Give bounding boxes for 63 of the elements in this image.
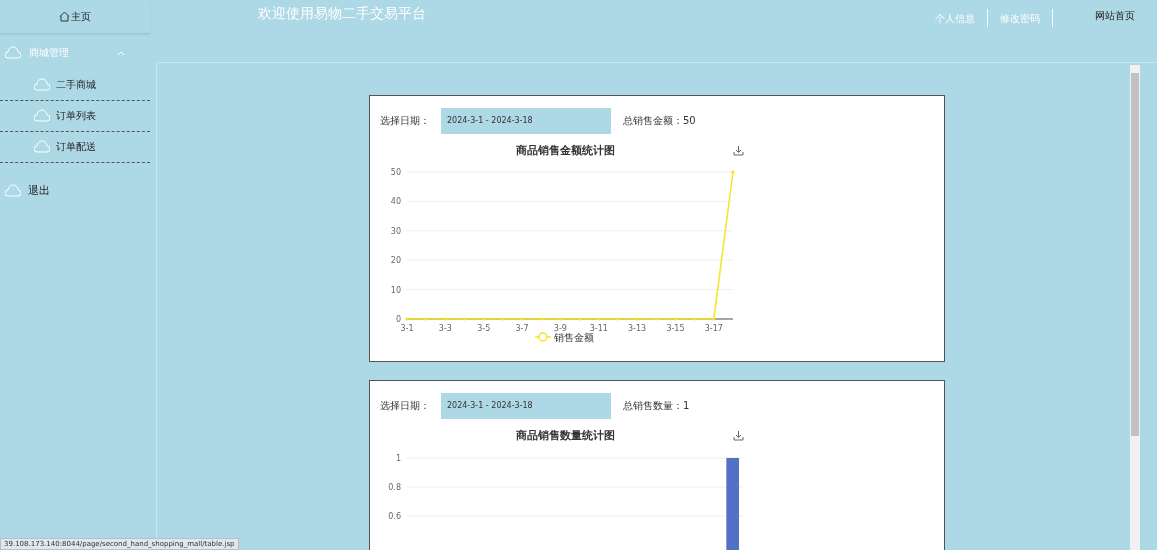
submenu-item[interactable]: 二手商城 bbox=[0, 70, 150, 101]
data-point bbox=[693, 317, 697, 321]
scrollbar[interactable] bbox=[1130, 65, 1140, 550]
site-home-link[interactable]: 网站首页 bbox=[1053, 9, 1135, 27]
data-point bbox=[712, 317, 716, 321]
legend-marker bbox=[534, 332, 552, 342]
axis-tick-label: 0 bbox=[395, 315, 401, 324]
cloud-icon bbox=[5, 46, 21, 60]
data-point bbox=[462, 317, 467, 321]
cloud-icon bbox=[5, 183, 21, 198]
legend-label: 销售金额 bbox=[554, 332, 594, 343]
site-title: 欢迎使用易物二手交易平台 bbox=[258, 5, 426, 23]
download-icon[interactable] bbox=[733, 430, 744, 441]
data-point bbox=[578, 317, 582, 321]
data-point bbox=[482, 317, 486, 321]
axis-tick-label: 3-1 bbox=[400, 324, 414, 333]
data-point bbox=[501, 317, 505, 321]
data-point bbox=[520, 317, 524, 321]
total-text: 总销售数量：1 bbox=[623, 399, 690, 413]
data-point bbox=[731, 170, 735, 174]
data-point bbox=[597, 317, 601, 321]
chart-title: 商品销售数量统计图 bbox=[516, 428, 615, 443]
data-point bbox=[616, 317, 620, 321]
submenu-item[interactable]: 订单配送 bbox=[0, 132, 150, 163]
cloud-icon bbox=[34, 109, 50, 123]
submenu-item[interactable]: 订单列表 bbox=[0, 101, 150, 132]
data-point bbox=[654, 317, 658, 321]
axis-tick-label: 0.8 bbox=[388, 483, 401, 492]
download-icon[interactable] bbox=[733, 145, 744, 156]
home-menu-item[interactable]: 主页 bbox=[0, 0, 150, 34]
chart-title: 商品销售金额统计图 bbox=[516, 143, 615, 158]
date-label: 选择日期： bbox=[380, 114, 431, 128]
data-point bbox=[405, 317, 409, 321]
axis-tick-label: 10 bbox=[390, 285, 401, 295]
caret-icon bbox=[117, 50, 125, 56]
axis-tick-label: 3-13 bbox=[628, 324, 647, 333]
axis-tick-label: 3-7 bbox=[515, 324, 529, 333]
cloud-icon bbox=[34, 78, 50, 92]
logout-menu-item[interactable]: 退出 bbox=[0, 183, 150, 198]
axis-tick-label: 1 bbox=[395, 454, 401, 463]
cloud-icon bbox=[34, 140, 50, 154]
data-point bbox=[539, 317, 543, 321]
axis-tick-label: 50 bbox=[390, 168, 401, 177]
data-point bbox=[424, 317, 428, 321]
axis-tick-label: 30 bbox=[390, 226, 401, 236]
axis-tick-label: 3-17 bbox=[704, 324, 723, 333]
axis-tick-label: 40 bbox=[390, 197, 401, 207]
date-label: 选择日期： bbox=[380, 399, 431, 413]
axis-tick-label: 0.6 bbox=[388, 512, 401, 521]
data-point bbox=[558, 317, 562, 321]
home-icon bbox=[59, 11, 70, 22]
date-range-field[interactable]: 2024-3-1 - 2024-3-18 bbox=[441, 108, 611, 134]
data-point bbox=[443, 317, 447, 321]
axis-tick-label: 3-5 bbox=[477, 324, 491, 333]
total-text: 总销售金额：50 bbox=[623, 114, 696, 128]
data-point bbox=[635, 317, 639, 321]
data-point bbox=[673, 317, 678, 321]
axis-tick-label: 3-9 bbox=[553, 324, 567, 333]
axis-tick-label: 3-11 bbox=[589, 324, 608, 333]
axis-tick-label: 3-3 bbox=[438, 324, 452, 333]
axis-tick-label: 3-15 bbox=[666, 324, 685, 333]
axis-tick-label: 20 bbox=[390, 256, 401, 266]
date-range-field[interactable]: 2024-3-1 - 2024-3-18 bbox=[441, 393, 611, 419]
